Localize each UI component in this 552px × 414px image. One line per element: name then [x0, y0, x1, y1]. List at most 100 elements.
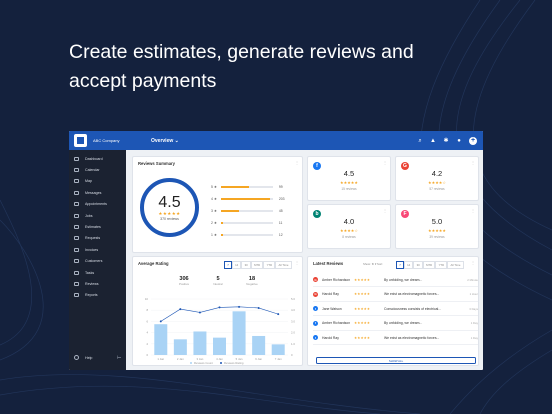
facebook-icon: f	[313, 335, 318, 340]
more-icon[interactable]: ⋮	[471, 260, 475, 265]
sidebar-item-jobs[interactable]: Jobs	[69, 210, 126, 221]
app-window: ABC Company Overview ⌄ ⌕ ▲ ✱ ● + Dashboa…	[69, 131, 483, 370]
sidebar-item-label: Appointments	[85, 202, 107, 207]
company-selector[interactable]: ABC Company	[93, 138, 129, 143]
sidebar-item-label: Calendar	[85, 168, 100, 173]
range-tab[interactable]: MTD	[422, 261, 436, 269]
appointments-icon	[74, 202, 79, 207]
review-row[interactable]: G Harold Ray ★★★★★ We exist as electromagne…	[313, 288, 478, 302]
messages-icon	[74, 190, 79, 195]
more-icon[interactable]: ⋮	[383, 160, 387, 165]
collapse-sidebar-icon[interactable]: ⊢	[117, 355, 121, 361]
review-row[interactable]: G Amber Richardson ★★★★★ By unfolding, we d…	[313, 273, 478, 287]
more-icon[interactable]: ⋮	[471, 208, 475, 213]
latest-reviews-card: Latest Reviews Show: ★ ▾ Sort: 7 14 30 MTD Y…	[307, 256, 479, 366]
page-selector[interactable]: Overview ⌄	[151, 138, 179, 144]
review-text: We exist as electromagnetic forces...	[384, 292, 440, 296]
rating-bar-fill	[220, 198, 271, 200]
rating-bar-fill	[220, 186, 250, 188]
y-tick-left: 6	[146, 319, 148, 323]
y-tick-right: 1.0	[291, 342, 295, 346]
review-row[interactable]: f Amber Richardson ★★★★★ By unfolding, we d…	[313, 317, 478, 331]
review-stars: ★★★★★	[354, 277, 371, 282]
review-stars: ★★★★★	[354, 321, 371, 325]
user-icon[interactable]: ●	[456, 138, 462, 144]
sidebar-item-messages[interactable]: Messages	[69, 187, 126, 198]
sidebar-item-calendar[interactable]: Calendar	[69, 164, 126, 175]
sidebar-item-label: Jobs	[85, 213, 93, 218]
headline-line-1: Create estimates, generate reviews and	[69, 41, 414, 63]
sidebar-item-invoices[interactable]: Invoices	[69, 244, 126, 255]
source-stars: ★★★★☆	[340, 228, 358, 233]
sidebar-item-help[interactable]: Help	[74, 355, 92, 360]
search-icon[interactable]: ⌕	[417, 138, 423, 144]
review-date: 1 Day	[470, 335, 478, 340]
sidebar-item-label: Invoices	[85, 247, 99, 252]
app-logo[interactable]	[74, 134, 87, 147]
y-tick-right: 3.0	[291, 319, 295, 323]
source-card[interactable]: f ⋮ 4.5 ★★★★★ 15 reviews	[307, 156, 391, 201]
tasks-icon	[74, 270, 79, 275]
y-tick-right: 0	[291, 353, 293, 357]
more-icon[interactable]: ⋮	[295, 160, 299, 165]
range-tab[interactable]: 7	[396, 261, 404, 269]
reviews-summary-card: Reviews Summary ⋮ 4.5 ★★★★★ 370 reviews …	[132, 156, 303, 253]
source-stars: ★★★★★	[428, 228, 446, 233]
legend-count: Reviews Count	[194, 361, 213, 365]
sidebar-item-dashboard[interactable]: Dashboard	[69, 153, 126, 164]
range-tab[interactable]: YTD	[435, 261, 448, 269]
reviews-icon	[74, 281, 79, 286]
review-date: 1 Day	[470, 321, 478, 325]
sidebar-item-reports[interactable]: Reports	[69, 290, 126, 301]
source-stars: ★★★★☆	[428, 180, 446, 185]
review-row[interactable]: f Harold Ray ★★★★★ We exist as electromagne…	[313, 331, 478, 345]
sidebar-item-customers[interactable]: Customers	[69, 256, 126, 267]
source-card[interactable]: b ⋮ 4.0 ★★★★☆ 8 reviews	[307, 204, 391, 249]
sidebar-item-estimates[interactable]: Estimates	[69, 221, 126, 232]
sidebar-item-requests[interactable]: Requests	[69, 233, 126, 244]
reviewer-name: Harold Ray	[322, 335, 339, 340]
show-all-button[interactable]: SHOW ALL	[316, 357, 476, 364]
y-tick-right: 4.0	[291, 308, 295, 312]
review-text: Consciousness consists of electrical...	[384, 306, 442, 311]
more-icon[interactable]: ⋮	[471, 160, 475, 165]
review-stars: ★★★★★	[354, 306, 371, 311]
y-tick-left: 4	[146, 331, 148, 335]
more-icon[interactable]: ⋮	[383, 208, 387, 213]
sidebar-item-label: Dashboard	[85, 156, 103, 161]
sidebar-item-tasks[interactable]: Tasks	[69, 267, 126, 278]
range-tab[interactable]: 30	[413, 261, 423, 269]
range-tab[interactable]: All Time	[447, 261, 464, 269]
point-reviews-rating	[238, 305, 241, 308]
rating-bar-row: 3 ★ 45	[211, 209, 283, 213]
sidebar-item-map[interactable]: Map	[69, 176, 126, 187]
calendar-icon	[74, 168, 79, 173]
top-bar: ABC Company Overview ⌄ ⌕ ▲ ✱ ● +	[69, 131, 483, 150]
bell-icon[interactable]: ▲	[430, 138, 436, 144]
jobs-icon	[74, 213, 79, 218]
source-review-count: 39 reviews	[429, 235, 445, 239]
show-sort-filter[interactable]: Show: ★ ▾ Sort:	[363, 262, 383, 266]
source-card[interactable]: G ⋮ 4.2 ★★★★☆ 57 reviews	[395, 156, 479, 201]
bar-reviews-count	[193, 331, 207, 355]
gear-icon[interactable]: ✱	[443, 138, 449, 144]
source-rating: 4.0	[343, 217, 355, 226]
review-row[interactable]: f Jane Watson ★★★★★ Consciousness consists …	[313, 302, 478, 316]
rating-bar-label: 5 ★	[211, 185, 217, 189]
point-reviews-rating	[257, 306, 260, 309]
rating-bar-label: 3 ★	[211, 209, 217, 213]
time-range-tabs: 7 14 30 MTD YTD All Time	[396, 261, 464, 269]
point-reviews-rating	[179, 308, 182, 311]
add-icon[interactable]: +	[469, 136, 477, 145]
overall-rating-ring: 4.5 ★★★★★ 370 reviews	[140, 178, 199, 237]
review-date: 3 Days	[469, 306, 478, 311]
bar-reviews-count	[271, 344, 285, 355]
source-card[interactable]: F ⋮ 5.0 ★★★★★ 39 reviews	[395, 204, 479, 249]
source-rating: 5.0	[431, 217, 443, 226]
range-tab[interactable]: 14	[403, 261, 414, 269]
dashboard-icon	[74, 156, 79, 161]
sidebar-item-appointments[interactable]: Appointments	[69, 199, 126, 210]
sidebar-item-reviews[interactable]: Reviews	[69, 278, 126, 289]
google-icon: G	[313, 291, 318, 297]
sidebar-item-label: Map	[85, 179, 92, 184]
